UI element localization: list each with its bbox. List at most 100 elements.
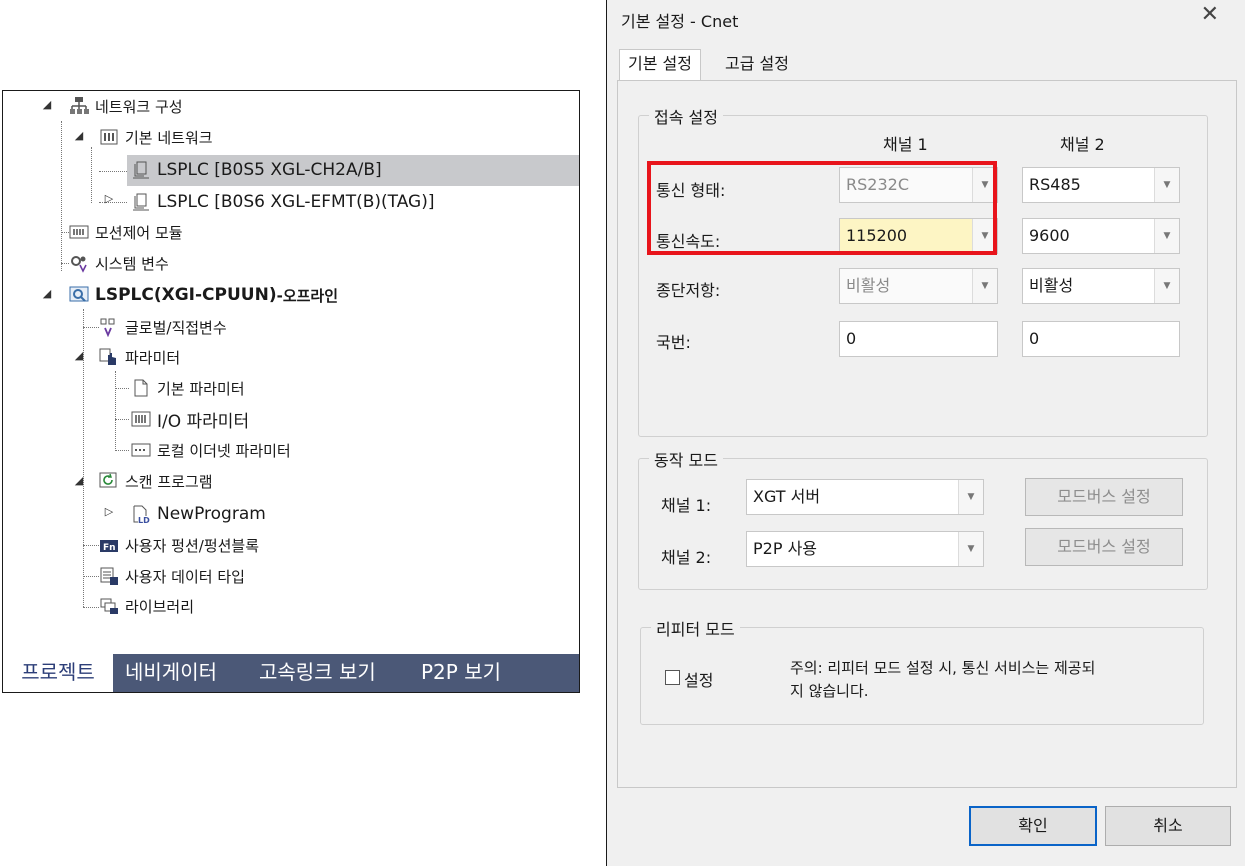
group-legend: 동작 모드 [649,447,723,471]
select-value: P2P 사용 [753,539,818,558]
tree-item-scan-program[interactable]: 스캔 프로그램 [99,466,213,496]
tree-line [83,545,99,546]
tree-item-motion-module[interactable]: 모션제어 모듈 [69,217,183,247]
tree-item-library[interactable]: 라이브러리 [99,591,194,621]
modbus-settings-ch1-button[interactable]: 모드버스 설정 [1025,478,1183,516]
repeater-checkbox[interactable] [665,670,680,685]
station-ch2-input[interactable]: 0 [1022,321,1180,357]
svg-text:LD: LD [138,516,150,524]
plc-cpu-icon [69,286,89,302]
ld-program-icon: LD [133,505,150,524]
tree-item-network-config[interactable]: 네트워크 구성 [69,91,183,121]
collapse-arrow-icon[interactable]: ◢ [73,129,85,142]
op-mode-ch2-select[interactable]: P2P 사용 ▼ [746,531,984,567]
tree-item-label: 로컬 이더넷 파라미터 [157,441,291,460]
tree-item-label: 기본 네트워크 [125,128,213,147]
collapse-arrow-icon[interactable]: ◢ [41,287,53,300]
collapse-arrow-icon[interactable]: ◢ [41,98,53,111]
expand-arrow-icon[interactable]: ▷ [103,505,115,518]
tree-item-label: 네트워크 구성 [95,97,183,116]
plc-module-icon [133,161,149,179]
tree-item-new-program[interactable]: LD NewProgram [131,499,266,529]
tree-item-basic-parameter[interactable]: 기본 파라미터 [131,373,245,403]
tree-item-local-ethernet[interactable]: 로컬 이더넷 파라미터 [131,435,291,465]
repeater-note-line: 주의: 리피터 모드 설정 시, 통신 서비스는 제공되 [790,659,1096,677]
tree-line [115,388,129,389]
select-value: XGT 서버 [753,487,821,506]
comm-type-ch2-select[interactable]: RS485 ▼ [1022,167,1180,203]
project-tree-panel: ◢ ◢ ▷ ◢ ◢ ◢ ▷ 네트워크 구성 기본 네트워크 LSPLC [B0S… [2,90,580,693]
chevron-down-icon[interactable]: ▼ [1154,219,1179,253]
tree-item-lsplc-ch2a[interactable]: LSPLC [B0S5 XGL-CH2A/B] [131,155,382,185]
tree-item-label: 시스템 변수 [95,254,169,273]
dialog-title: 기본 설정 - Cnet [621,12,739,31]
global-variable-icon [100,318,115,337]
tab-basic-settings[interactable]: 기본 설정 [619,49,701,81]
op-mode-ch1-select[interactable]: XGT 서버 ▼ [746,479,984,515]
ok-button[interactable]: 확인 [969,806,1097,846]
network-icon [70,97,89,114]
chevron-down-icon[interactable]: ▼ [1154,168,1179,202]
tree-line [61,232,69,233]
repeater-note-line: 지 않습니다. [790,682,869,700]
collapse-arrow-icon[interactable]: ◢ [73,349,85,362]
expand-arrow-icon[interactable]: ▷ [103,192,115,205]
chevron-down-icon[interactable]: ▼ [1154,269,1179,303]
repeater-note: 주의: 리피터 모드 설정 시, 통신 서비스는 제공되 지 않습니다. [790,657,1190,703]
column-header-channel1: 채널 1 [883,135,928,154]
column-header-channel2: 채널 2 [1060,135,1105,154]
tab-highspeed-link[interactable]: 고속링크 보기 [259,654,376,692]
modbus-settings-ch2-button[interactable]: 모드버스 설정 [1025,528,1183,566]
tree-item-io-parameter[interactable]: I/O 파라미터 [131,404,249,434]
chevron-down-icon[interactable]: ▼ [972,219,997,253]
baud-rate-ch1-select[interactable]: 115200 ▼ [839,218,998,254]
scan-program-icon [99,472,117,488]
tree-item-basic-network[interactable]: 기본 네트워크 [99,122,213,152]
select-value: 비활성 [1029,276,1074,295]
chevron-down-icon[interactable]: ▼ [958,532,983,566]
repeater-checkbox-label: 설정 [684,671,714,690]
tab-project[interactable]: 프로젝트 [3,654,113,692]
tree-tab-bar: 프로젝트 네비게이터 고속링크 보기 P2P 보기 [3,654,579,692]
cancel-button[interactable]: 취소 [1105,806,1231,846]
tree-item-user-function[interactable]: Fn 사용자 펑션/펑션블록 [99,530,259,560]
function-block-icon: Fn [100,540,118,553]
data-type-icon [100,567,118,585]
tree-item-plc-cpu[interactable]: LSPLC(XGI-CPUUN) -오프라인 [69,280,338,310]
tree-line [83,576,99,577]
chevron-down-icon[interactable]: ▼ [958,480,983,514]
collapse-arrow-icon[interactable]: ◢ [73,474,85,487]
baud-rate-ch2-select[interactable]: 9600 ▼ [1022,218,1180,254]
close-icon[interactable]: ✕ [1201,2,1219,27]
tree-line [61,121,62,271]
tab-page: 접속 설정 채널 1 채널 2 통신 형태: RS232C ▼ RS485 ▼ … [617,80,1237,788]
comm-type-ch1-select: RS232C ▼ [839,167,998,203]
tree-item-parameters[interactable]: 파라미터 [99,342,180,372]
tree-item-label: NewProgram [157,504,266,524]
tree-item-lsplc-efmt[interactable]: LSPLC [B0S6 XGL-EFMT(B)(TAG)] [131,187,434,217]
plc-module-icon [133,193,149,211]
select-value: RS232C [846,175,909,194]
baud-rate-label: 통신속도: [656,232,721,251]
offline-status: -오프라인 [276,286,339,305]
tree-item-label: 사용자 데이터 타입 [125,567,245,586]
tree-item-label: LSPLC [B0S6 XGL-EFMT(B)(TAG)] [157,192,435,212]
document-icon [134,379,148,397]
system-variable-icon [71,256,87,273]
tree-item-global-variables[interactable]: 글로벌/직접변수 [99,312,227,342]
cnet-settings-dialog: 기본 설정 - Cnet ✕ 기본 설정 고급 설정 접속 설정 채널 1 채널… [606,0,1245,866]
termination-label: 종단저항: [656,281,721,300]
tree-line [83,327,99,328]
tree-item-user-data-type[interactable]: 사용자 데이터 타입 [99,561,245,591]
tab-navigator[interactable]: 네비게이터 [125,654,217,692]
tree-item-system-variable[interactable]: 시스템 변수 [69,248,169,278]
tree-item-label: 사용자 펑션/펑션블록 [125,536,260,555]
tree-line [61,263,69,264]
station-ch1-input[interactable]: 0 [839,321,998,357]
tree-item-label: 스캔 프로그램 [125,472,213,491]
parameter-icon [99,348,116,365]
termination-ch2-select[interactable]: 비활성 ▼ [1022,268,1180,304]
tab-advanced-settings[interactable]: 고급 설정 [717,50,797,80]
tree-item-label: 라이브러리 [125,597,195,616]
tab-p2p[interactable]: P2P 보기 [421,654,501,692]
